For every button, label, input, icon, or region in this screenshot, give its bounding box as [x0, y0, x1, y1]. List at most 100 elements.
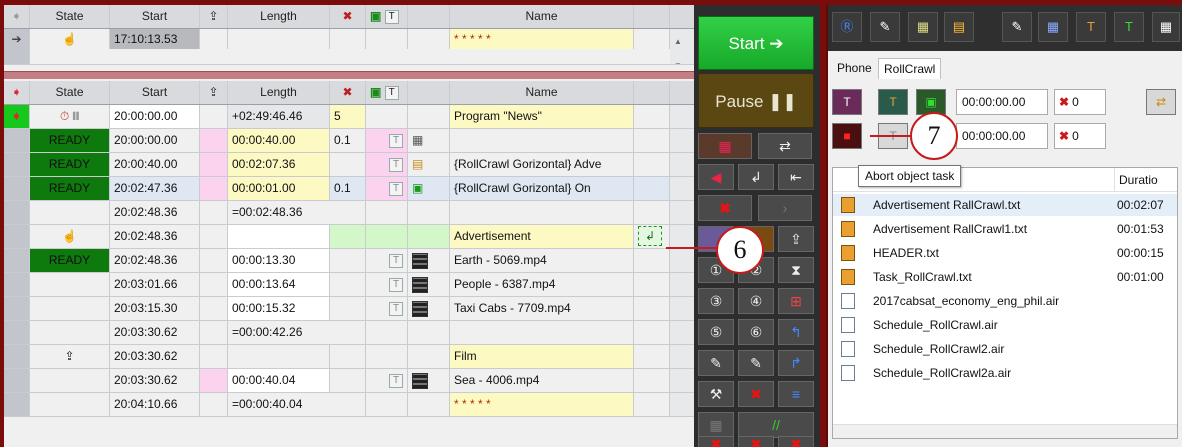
- t-purple-button[interactable]: T: [832, 89, 862, 115]
- row-name[interactable]: Earth - 5069.mp4: [450, 249, 634, 272]
- current-name[interactable]: * * * * *: [450, 29, 634, 49]
- row-length[interactable]: 00:00:01.00: [228, 177, 330, 200]
- table-row[interactable]: 20:03:15.30 00:00:15.32 T Taxi Cabs - 77…: [4, 297, 694, 321]
- row-name[interactable]: Advertisement: [450, 225, 634, 248]
- list-item[interactable]: 2017cabsat_economy_eng_phil.air: [833, 290, 1177, 312]
- header-duration[interactable]: Duratio: [1115, 168, 1177, 192]
- row-length[interactable]: =00:02:48.36: [228, 201, 366, 224]
- row-length[interactable]: 00:00:40.04: [228, 369, 330, 392]
- header-length[interactable]: Length: [228, 81, 330, 104]
- row-count[interactable]: 5: [330, 105, 366, 128]
- header-start[interactable]: Start: [110, 5, 200, 28]
- slash-icon[interactable]: //: [738, 412, 814, 438]
- jump-start-icon[interactable]: ⇤: [778, 164, 814, 190]
- start-button[interactable]: Start ➔: [698, 16, 814, 70]
- row-start[interactable]: 20:03:30.62: [110, 321, 200, 344]
- delete-button[interactable]: ✖: [698, 195, 752, 221]
- table-row[interactable]: READY 20:02:48.36 00:00:13.30 T Earth - …: [4, 249, 694, 273]
- slot6-icon[interactable]: ⑥: [738, 319, 774, 345]
- row-start[interactable]: 20:03:30.62: [110, 345, 200, 368]
- grid-plus-icon[interactable]: ⊞: [778, 288, 814, 314]
- tab-phone[interactable]: Phone: [832, 58, 877, 79]
- row-name[interactable]: People - 6387.mp4: [450, 273, 634, 296]
- registered-icon[interactable]: Ⓡ: [832, 12, 862, 42]
- scroll-arrows[interactable]: ▲▼: [670, 29, 694, 64]
- current-start[interactable]: 17:10:13.53: [110, 29, 200, 49]
- stop-red-button[interactable]: ■: [832, 123, 862, 149]
- row-length[interactable]: =00:00:40.04: [228, 393, 366, 416]
- table-row[interactable]: 20:04:10.66 =00:00:40.04 * * * * *: [4, 393, 694, 417]
- table-row[interactable]: READY 20:02:47.36 00:00:01.00 0.1 T ▣ {R…: [4, 177, 694, 201]
- header-length[interactable]: Length: [228, 5, 330, 28]
- pause-button[interactable]: Pause ❚❚: [698, 73, 814, 128]
- tool-delete-icon[interactable]: ✖: [738, 381, 774, 407]
- list-item[interactable]: HEADER.txt 00:00:15: [833, 242, 1177, 264]
- list-icon[interactable]: ≡: [778, 381, 814, 407]
- record-clip-button[interactable]: ▦: [698, 133, 752, 159]
- text-green-icon[interactable]: T: [1114, 12, 1144, 42]
- row-start[interactable]: 20:03:01.66: [110, 273, 200, 296]
- header-name[interactable]: Name: [450, 5, 634, 28]
- jump-left-icon[interactable]: ◀: [698, 164, 734, 190]
- time-field-2[interactable]: 00:00:00.00: [956, 123, 1048, 149]
- table-row[interactable]: ➧ ⏱ ❙❙ 20:00:00.00 +02:49:46.46 5 Progra…: [4, 105, 694, 129]
- insert-return-icon[interactable]: ↲: [634, 225, 670, 248]
- list-item[interactable]: Schedule_RollCrawl2.air: [833, 338, 1177, 360]
- return-icon[interactable]: ↲: [738, 164, 774, 190]
- list-undo-icon[interactable]: ↱: [778, 350, 814, 376]
- row-start[interactable]: 20:00:40.00: [110, 153, 200, 176]
- row-length[interactable]: =00:00:42.26: [228, 321, 366, 344]
- film-icon[interactable]: ▦: [1038, 12, 1068, 42]
- list-return-icon[interactable]: ↰: [778, 319, 814, 345]
- clip-icon[interactable]: ▦: [908, 12, 938, 42]
- next-button[interactable]: ›: [758, 195, 812, 221]
- header-state[interactable]: State: [30, 81, 110, 104]
- hold-up-icon[interactable]: ⇪: [778, 226, 814, 252]
- edit2-icon[interactable]: ✎: [738, 350, 774, 376]
- row-length[interactable]: 00:00:13.30: [228, 249, 330, 272]
- hourglass-icon[interactable]: ⧗: [778, 257, 814, 283]
- header-name[interactable]: Name: [450, 81, 634, 104]
- time-field-1[interactable]: 00:00:00.00: [956, 89, 1048, 115]
- row-length[interactable]: 00:02:07.36: [228, 153, 330, 176]
- grid-icon[interactable]: ▤: [944, 12, 974, 42]
- row-start[interactable]: 20:04:10.66: [110, 393, 200, 416]
- row-name[interactable]: {RollCrawl Gorizontal} On: [450, 177, 634, 200]
- row-name[interactable]: Taxi Cabs - 7709.mp4: [450, 297, 634, 320]
- tool-icon[interactable]: ⚒: [698, 381, 734, 407]
- horizontal-scrollbar[interactable]: [833, 424, 1177, 438]
- row-length[interactable]: 00:00:40.00: [228, 129, 330, 152]
- row-count[interactable]: 0.1: [330, 129, 366, 152]
- row-start[interactable]: 20:00:00.00: [110, 129, 200, 152]
- row-name[interactable]: {RollCrawl Gorizontal} Adve: [450, 153, 634, 176]
- current-row[interactable]: ➔ ☝ 17:10:13.53 * * * * * ▲▼: [4, 29, 694, 65]
- count-field-1[interactable]: ✖ 0: [1054, 89, 1106, 115]
- row-name[interactable]: Film: [450, 345, 634, 368]
- list-item[interactable]: Schedule_RollCrawl.air: [833, 314, 1177, 336]
- row-name[interactable]: [450, 129, 634, 152]
- table-row[interactable]: ⇪ 20:03:30.62 Film: [4, 345, 694, 369]
- table-row[interactable]: READY 20:00:40.00 00:02:07.36 T ▤ {RollC…: [4, 153, 694, 177]
- remove1-icon[interactable]: ✖: [698, 436, 734, 447]
- swap-text-button[interactable]: ⇄: [1146, 89, 1176, 115]
- swap-button[interactable]: ⇄: [758, 133, 812, 159]
- row-start[interactable]: 20:03:30.62: [110, 369, 200, 392]
- count-field-2[interactable]: ✖ 0: [1054, 123, 1106, 149]
- table-row[interactable]: READY 20:00:00.00 00:00:40.00 0.1 T ▦: [4, 129, 694, 153]
- row-start[interactable]: 20:02:48.36: [110, 225, 200, 248]
- tab-rollcrawl[interactable]: RollCrawl: [878, 58, 942, 79]
- edit2-icon[interactable]: ✎: [1002, 12, 1032, 42]
- disabled-icon[interactable]: ▦: [698, 412, 734, 438]
- row-start[interactable]: 20:02:47.36: [110, 177, 200, 200]
- slot3-icon[interactable]: ③: [698, 288, 734, 314]
- remove2-icon[interactable]: ✖: [738, 436, 774, 447]
- more-icon[interactable]: ▦: [1152, 12, 1180, 42]
- list-item[interactable]: Advertisement RallCrawl1.txt 00:01:53: [833, 218, 1177, 240]
- list-item[interactable]: Schedule_RollCrawl2a.air: [833, 362, 1177, 384]
- list-item[interactable]: Advertisement RallCrawl.txt 00:02:07: [833, 194, 1177, 216]
- table-row[interactable]: 20:03:30.62 =00:00:42.26: [4, 321, 694, 345]
- row-length[interactable]: +02:49:46.46: [228, 105, 330, 128]
- row-start[interactable]: 20:00:00.00: [110, 105, 200, 128]
- row-name[interactable]: Sea - 4006.mp4: [450, 369, 634, 392]
- table-row[interactable]: ☝ 20:02:48.36 Advertisement ↲: [4, 225, 694, 249]
